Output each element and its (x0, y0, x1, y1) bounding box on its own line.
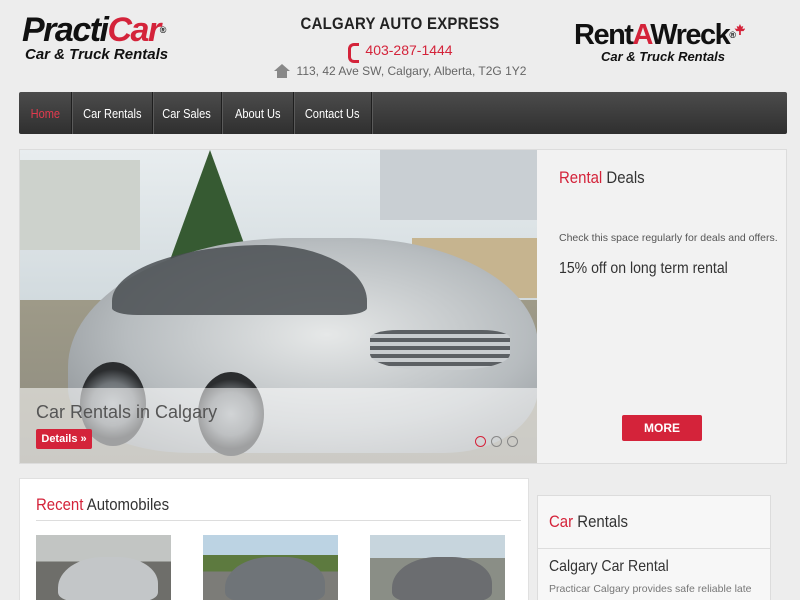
car-thumbnail[interactable] (370, 535, 505, 600)
divider (538, 548, 770, 549)
sidebar-text: Practicar Calgary provides safe reliable… (549, 583, 752, 595)
maple-leaf-icon (734, 24, 746, 35)
sidebar-subtitle[interactable]: Calgary Car Rental (549, 558, 669, 576)
recent-automobiles: Recent Automobiles (19, 478, 529, 600)
address-row: 113, 42 Ave SW, Calgary, Alberta, T2G 1Y… (250, 64, 550, 78)
rentawreck-wordmark: RentAWreck® (574, 20, 784, 50)
rentawreck-tagline: Car & Truck Rentals (601, 49, 726, 64)
deals-offer: 15% off on long term rental (559, 260, 728, 277)
contact-info: CALGARY AUTO EXPRESS 403-287-1444 113, 4… (250, 14, 550, 78)
slider-dot-3[interactable] (507, 436, 518, 447)
divider (36, 520, 521, 521)
main-nav: Home Car Rentals Car Sales About Us Cont… (19, 92, 787, 134)
nav-home[interactable]: Home (19, 92, 72, 134)
slider-pagination (475, 436, 518, 447)
hero-section: Car Rentals in Calgary Details » Rental … (19, 149, 787, 464)
practicar-wordmark: PractiCar® (22, 11, 166, 49)
car-thumbnail[interactable] (203, 535, 338, 600)
site-header: PractiCar® Car & Truck Rentals CALGARY A… (0, 0, 800, 90)
deals-title: Rental Deals (559, 168, 645, 187)
nav-contact-us[interactable]: Contact Us (294, 92, 372, 134)
nav-car-rentals[interactable]: Car Rentals (72, 92, 153, 134)
background-building (380, 150, 537, 220)
details-button[interactable]: Details » (36, 429, 92, 449)
home-icon (273, 64, 290, 78)
background-building (20, 160, 140, 250)
company-name: CALGARY AUTO EXPRESS (300, 14, 500, 33)
more-button[interactable]: MORE (622, 415, 702, 441)
phone-row[interactable]: 403-287-1444 (250, 42, 550, 63)
rental-deals-panel: Rental Deals Check this space regularly … (537, 150, 786, 463)
slider-dot-2[interactable] (491, 436, 502, 447)
recent-title: Recent Automobiles (36, 495, 170, 514)
hero-slider[interactable]: Car Rentals in Calgary Details » (20, 150, 537, 463)
deals-note: Check this space regularly for deals and… (559, 232, 778, 244)
car-thumbnail[interactable] (36, 535, 171, 600)
phone-number[interactable]: 403-287-1444 (365, 42, 452, 58)
practicar-tagline: Car & Truck Rentals (25, 46, 169, 63)
nav-car-sales[interactable]: Car Sales (153, 92, 222, 134)
sidebar-title: Car Rentals (549, 512, 629, 531)
slide-caption: Car Rentals in Calgary (36, 402, 218, 422)
address-text: 113, 42 Ave SW, Calgary, Alberta, T2G 1Y… (296, 64, 527, 78)
practicar-logo[interactable]: PractiCar® Car & Truck Rentals (22, 11, 202, 64)
rentawreck-logo[interactable]: RentAWreck® Car & Truck Rentals (574, 20, 784, 70)
car-rentals-sidebar: Car Rentals Calgary Car Rental Practicar… (537, 495, 771, 600)
phone-icon (347, 43, 360, 63)
nav-about-us[interactable]: About Us (222, 92, 294, 134)
slider-dot-1[interactable] (475, 436, 486, 447)
